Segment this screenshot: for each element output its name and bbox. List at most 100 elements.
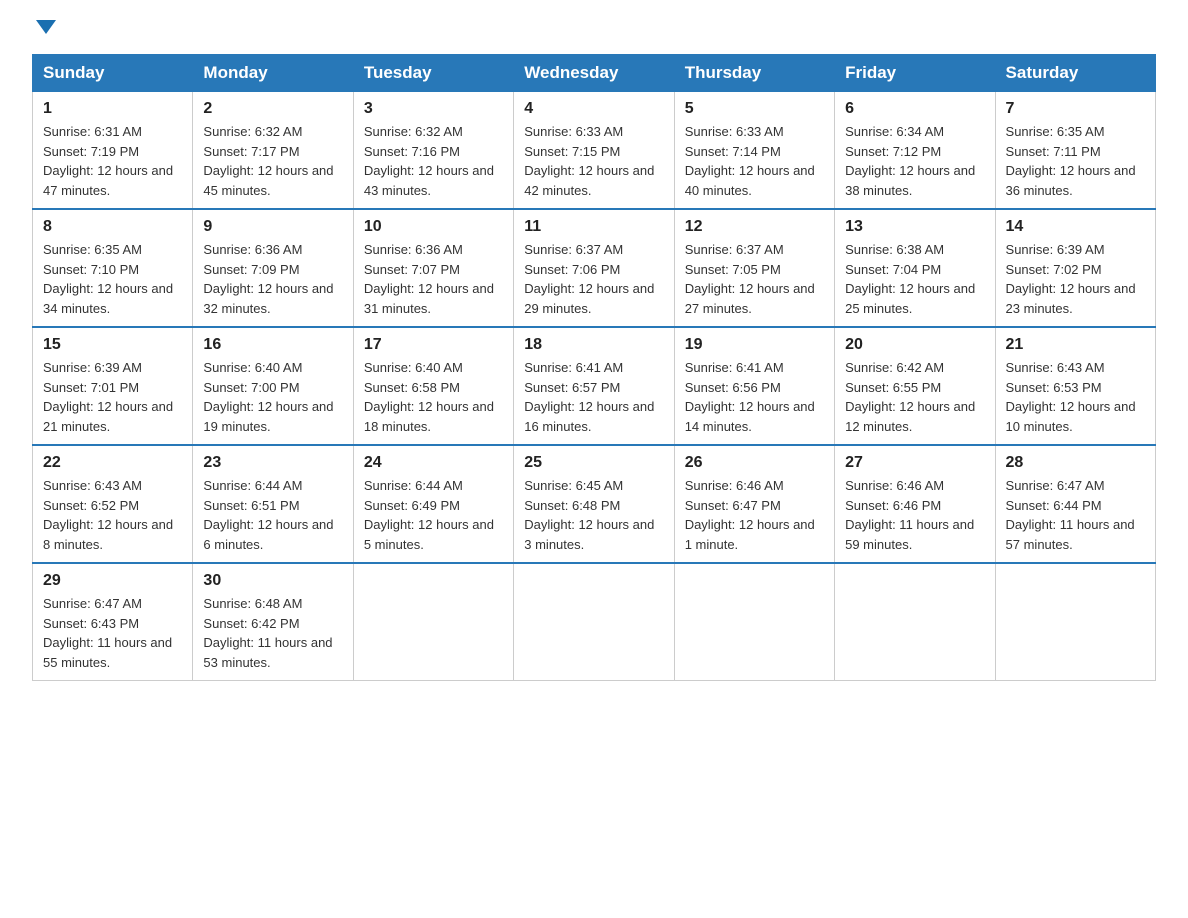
calendar-cell	[674, 563, 834, 681]
calendar-cell: 23 Sunrise: 6:44 AMSunset: 6:51 PMDaylig…	[193, 445, 353, 563]
day-info: Sunrise: 6:45 AMSunset: 6:48 PMDaylight:…	[524, 476, 663, 554]
calendar-cell: 12 Sunrise: 6:37 AMSunset: 7:05 PMDaylig…	[674, 209, 834, 327]
day-number: 13	[845, 218, 984, 236]
weekday-header-tuesday: Tuesday	[353, 55, 513, 92]
calendar-cell: 16 Sunrise: 6:40 AMSunset: 7:00 PMDaylig…	[193, 327, 353, 445]
day-info: Sunrise: 6:33 AMSunset: 7:15 PMDaylight:…	[524, 122, 663, 200]
weekday-header-friday: Friday	[835, 55, 995, 92]
day-number: 12	[685, 218, 824, 236]
day-number: 4	[524, 100, 663, 118]
day-info: Sunrise: 6:32 AMSunset: 7:16 PMDaylight:…	[364, 122, 503, 200]
calendar-cell: 3 Sunrise: 6:32 AMSunset: 7:16 PMDayligh…	[353, 92, 513, 210]
day-number: 8	[43, 218, 182, 236]
day-info: Sunrise: 6:46 AMSunset: 6:46 PMDaylight:…	[845, 476, 984, 554]
calendar-cell: 20 Sunrise: 6:42 AMSunset: 6:55 PMDaylig…	[835, 327, 995, 445]
day-number: 26	[685, 454, 824, 472]
day-number: 7	[1006, 100, 1145, 118]
calendar-cell: 18 Sunrise: 6:41 AMSunset: 6:57 PMDaylig…	[514, 327, 674, 445]
day-number: 18	[524, 336, 663, 354]
calendar-cell: 6 Sunrise: 6:34 AMSunset: 7:12 PMDayligh…	[835, 92, 995, 210]
day-number: 10	[364, 218, 503, 236]
day-info: Sunrise: 6:31 AMSunset: 7:19 PMDaylight:…	[43, 122, 182, 200]
day-number: 6	[845, 100, 984, 118]
calendar-cell	[995, 563, 1155, 681]
calendar-cell: 5 Sunrise: 6:33 AMSunset: 7:14 PMDayligh…	[674, 92, 834, 210]
day-number: 3	[364, 100, 503, 118]
calendar-table: SundayMondayTuesdayWednesdayThursdayFrid…	[32, 54, 1156, 681]
day-info: Sunrise: 6:35 AMSunset: 7:11 PMDaylight:…	[1006, 122, 1145, 200]
day-number: 24	[364, 454, 503, 472]
calendar-cell: 28 Sunrise: 6:47 AMSunset: 6:44 PMDaylig…	[995, 445, 1155, 563]
calendar-cell: 25 Sunrise: 6:45 AMSunset: 6:48 PMDaylig…	[514, 445, 674, 563]
calendar-cell: 4 Sunrise: 6:33 AMSunset: 7:15 PMDayligh…	[514, 92, 674, 210]
calendar-cell: 15 Sunrise: 6:39 AMSunset: 7:01 PMDaylig…	[33, 327, 193, 445]
day-number: 14	[1006, 218, 1145, 236]
day-number: 2	[203, 100, 342, 118]
calendar-cell: 1 Sunrise: 6:31 AMSunset: 7:19 PMDayligh…	[33, 92, 193, 210]
calendar-cell: 7 Sunrise: 6:35 AMSunset: 7:11 PMDayligh…	[995, 92, 1155, 210]
day-info: Sunrise: 6:47 AMSunset: 6:43 PMDaylight:…	[43, 594, 182, 672]
logo-triangle-icon	[36, 20, 56, 34]
day-info: Sunrise: 6:40 AMSunset: 7:00 PMDaylight:…	[203, 358, 342, 436]
weekday-header-wednesday: Wednesday	[514, 55, 674, 92]
day-info: Sunrise: 6:33 AMSunset: 7:14 PMDaylight:…	[685, 122, 824, 200]
day-number: 28	[1006, 454, 1145, 472]
day-number: 20	[845, 336, 984, 354]
day-info: Sunrise: 6:41 AMSunset: 6:57 PMDaylight:…	[524, 358, 663, 436]
calendar-week-row-5: 29 Sunrise: 6:47 AMSunset: 6:43 PMDaylig…	[33, 563, 1156, 681]
day-info: Sunrise: 6:46 AMSunset: 6:47 PMDaylight:…	[685, 476, 824, 554]
day-info: Sunrise: 6:42 AMSunset: 6:55 PMDaylight:…	[845, 358, 984, 436]
day-info: Sunrise: 6:38 AMSunset: 7:04 PMDaylight:…	[845, 240, 984, 318]
calendar-cell: 26 Sunrise: 6:46 AMSunset: 6:47 PMDaylig…	[674, 445, 834, 563]
calendar-week-row-4: 22 Sunrise: 6:43 AMSunset: 6:52 PMDaylig…	[33, 445, 1156, 563]
day-info: Sunrise: 6:41 AMSunset: 6:56 PMDaylight:…	[685, 358, 824, 436]
day-info: Sunrise: 6:36 AMSunset: 7:07 PMDaylight:…	[364, 240, 503, 318]
day-number: 27	[845, 454, 984, 472]
calendar-cell: 30 Sunrise: 6:48 AMSunset: 6:42 PMDaylig…	[193, 563, 353, 681]
day-info: Sunrise: 6:37 AMSunset: 7:05 PMDaylight:…	[685, 240, 824, 318]
calendar-week-row-3: 15 Sunrise: 6:39 AMSunset: 7:01 PMDaylig…	[33, 327, 1156, 445]
calendar-cell	[514, 563, 674, 681]
day-info: Sunrise: 6:44 AMSunset: 6:51 PMDaylight:…	[203, 476, 342, 554]
day-number: 17	[364, 336, 503, 354]
day-number: 1	[43, 100, 182, 118]
calendar-cell: 24 Sunrise: 6:44 AMSunset: 6:49 PMDaylig…	[353, 445, 513, 563]
day-info: Sunrise: 6:32 AMSunset: 7:17 PMDaylight:…	[203, 122, 342, 200]
calendar-week-row-1: 1 Sunrise: 6:31 AMSunset: 7:19 PMDayligh…	[33, 92, 1156, 210]
day-info: Sunrise: 6:35 AMSunset: 7:10 PMDaylight:…	[43, 240, 182, 318]
logo	[32, 24, 56, 38]
day-number: 11	[524, 218, 663, 236]
day-number: 21	[1006, 336, 1145, 354]
calendar-cell: 19 Sunrise: 6:41 AMSunset: 6:56 PMDaylig…	[674, 327, 834, 445]
calendar-cell	[835, 563, 995, 681]
day-info: Sunrise: 6:48 AMSunset: 6:42 PMDaylight:…	[203, 594, 342, 672]
day-number: 5	[685, 100, 824, 118]
calendar-cell: 8 Sunrise: 6:35 AMSunset: 7:10 PMDayligh…	[33, 209, 193, 327]
day-info: Sunrise: 6:43 AMSunset: 6:52 PMDaylight:…	[43, 476, 182, 554]
calendar-cell: 14 Sunrise: 6:39 AMSunset: 7:02 PMDaylig…	[995, 209, 1155, 327]
day-number: 30	[203, 572, 342, 590]
calendar-cell: 9 Sunrise: 6:36 AMSunset: 7:09 PMDayligh…	[193, 209, 353, 327]
day-number: 25	[524, 454, 663, 472]
calendar-cell: 13 Sunrise: 6:38 AMSunset: 7:04 PMDaylig…	[835, 209, 995, 327]
day-number: 19	[685, 336, 824, 354]
day-number: 16	[203, 336, 342, 354]
calendar-cell: 29 Sunrise: 6:47 AMSunset: 6:43 PMDaylig…	[33, 563, 193, 681]
calendar-cell: 2 Sunrise: 6:32 AMSunset: 7:17 PMDayligh…	[193, 92, 353, 210]
calendar-cell: 27 Sunrise: 6:46 AMSunset: 6:46 PMDaylig…	[835, 445, 995, 563]
weekday-header-row: SundayMondayTuesdayWednesdayThursdayFrid…	[33, 55, 1156, 92]
weekday-header-sunday: Sunday	[33, 55, 193, 92]
day-info: Sunrise: 6:44 AMSunset: 6:49 PMDaylight:…	[364, 476, 503, 554]
calendar-cell: 21 Sunrise: 6:43 AMSunset: 6:53 PMDaylig…	[995, 327, 1155, 445]
page-header	[32, 24, 1156, 38]
calendar-cell: 22 Sunrise: 6:43 AMSunset: 6:52 PMDaylig…	[33, 445, 193, 563]
calendar-cell	[353, 563, 513, 681]
day-info: Sunrise: 6:37 AMSunset: 7:06 PMDaylight:…	[524, 240, 663, 318]
weekday-header-saturday: Saturday	[995, 55, 1155, 92]
day-info: Sunrise: 6:39 AMSunset: 7:02 PMDaylight:…	[1006, 240, 1145, 318]
calendar-cell: 10 Sunrise: 6:36 AMSunset: 7:07 PMDaylig…	[353, 209, 513, 327]
day-info: Sunrise: 6:36 AMSunset: 7:09 PMDaylight:…	[203, 240, 342, 318]
day-number: 9	[203, 218, 342, 236]
calendar-week-row-2: 8 Sunrise: 6:35 AMSunset: 7:10 PMDayligh…	[33, 209, 1156, 327]
day-number: 15	[43, 336, 182, 354]
